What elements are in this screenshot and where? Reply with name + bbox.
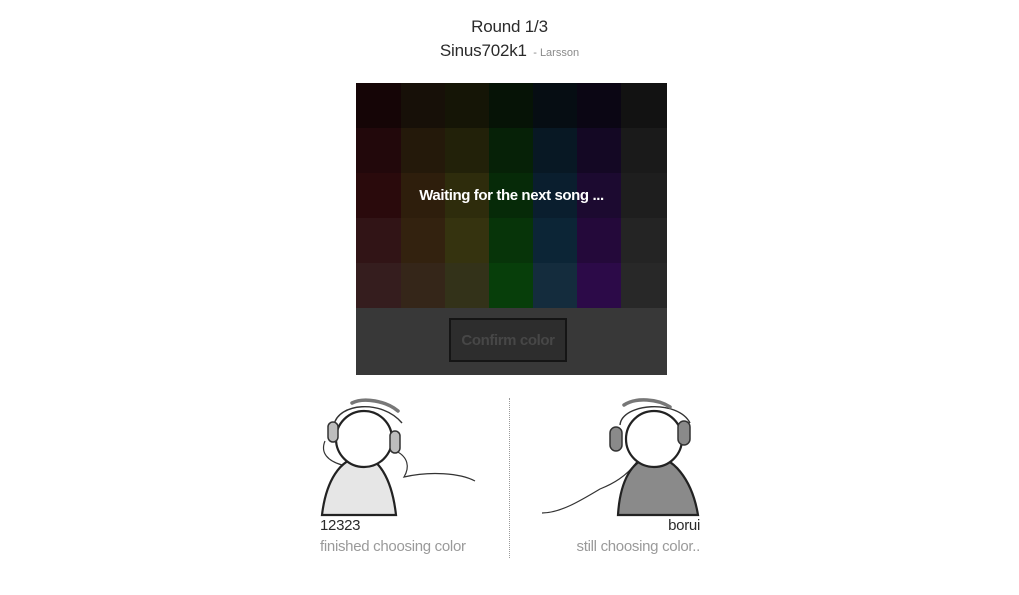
color-swatch[interactable]	[489, 263, 533, 308]
color-swatch[interactable]	[445, 128, 489, 173]
color-swatch[interactable]	[401, 83, 445, 128]
color-swatch[interactable]	[533, 263, 577, 308]
song-info: Sinus702k1 - Larsson	[0, 40, 1019, 64]
color-swatch[interactable]	[445, 263, 489, 308]
color-swatch[interactable]	[489, 83, 533, 128]
color-swatch[interactable]	[533, 218, 577, 263]
player-avatar	[320, 395, 480, 522]
color-swatch[interactable]	[356, 218, 401, 263]
color-swatch[interactable]	[577, 128, 621, 173]
round-header: Round 1/3 Sinus702k1 - Larsson	[0, 16, 1019, 64]
color-swatch[interactable]	[621, 218, 667, 263]
player-status: finished choosing color	[320, 538, 466, 555]
color-swatch[interactable]	[445, 83, 489, 128]
song-artist: - Larsson	[533, 47, 580, 59]
color-swatch[interactable]	[533, 128, 577, 173]
color-board: Waiting for the next song ... Confirm co…	[356, 83, 667, 375]
color-swatch[interactable]	[489, 218, 533, 263]
color-swatch[interactable]	[401, 263, 445, 308]
player-avatar	[540, 395, 700, 522]
player-name: 12323	[320, 517, 361, 534]
color-swatch[interactable]	[621, 128, 667, 173]
players-panel: 12323 finished choosing color borui stil…	[320, 395, 700, 565]
color-swatch[interactable]	[401, 218, 445, 263]
color-swatch[interactable]	[621, 83, 667, 128]
confirm-color-button[interactable]: Confirm color	[449, 318, 567, 362]
waiting-message: Waiting for the next song ...	[419, 187, 604, 204]
song-title: Sinus702k1	[439, 41, 527, 60]
color-swatch[interactable]	[356, 83, 401, 128]
color-swatch[interactable]	[621, 263, 667, 308]
player-divider	[509, 398, 510, 558]
color-swatch[interactable]	[489, 128, 533, 173]
color-swatch[interactable]	[577, 263, 621, 308]
color-swatch[interactable]	[356, 263, 401, 308]
color-swatch[interactable]	[533, 83, 577, 128]
color-swatch[interactable]	[445, 218, 489, 263]
player-status: still choosing color..	[576, 538, 701, 555]
color-swatch[interactable]	[401, 128, 445, 173]
player-name: borui	[668, 517, 700, 534]
round-indicator: Round 1/3	[471, 17, 548, 36]
color-swatch[interactable]	[577, 83, 621, 128]
color-swatch[interactable]	[577, 218, 621, 263]
color-swatch[interactable]	[356, 128, 401, 173]
